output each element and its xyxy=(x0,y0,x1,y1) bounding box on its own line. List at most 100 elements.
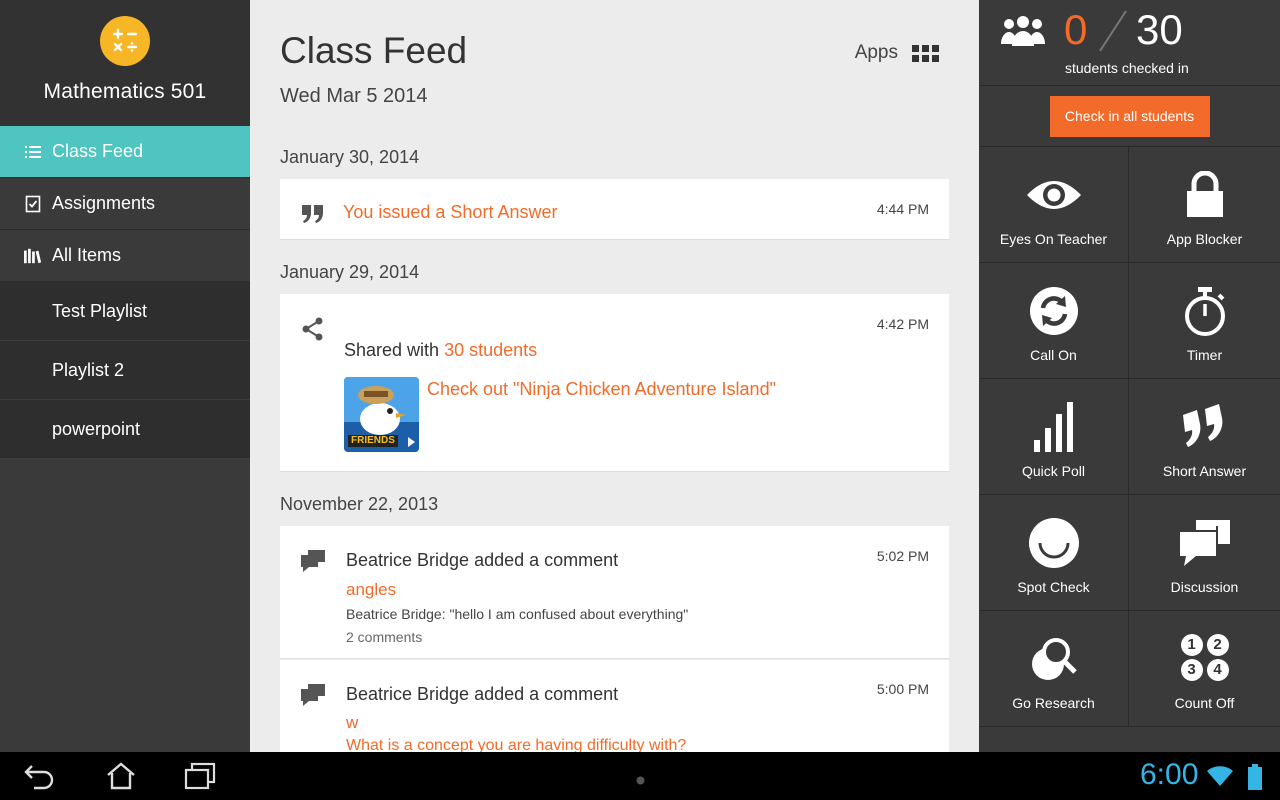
tool-timer[interactable]: Timer xyxy=(1129,263,1280,379)
feed-item[interactable]: 5:00 PM Beatrice Bridge added a comment … xyxy=(280,660,949,752)
tool-eyes-on-teacher[interactable]: Eyes On Teacher xyxy=(979,147,1129,263)
nav-item-assignments[interactable]: Assignments xyxy=(0,178,250,230)
comments-icon xyxy=(300,682,326,708)
feed-item-time: 4:42 PM xyxy=(876,316,929,332)
back-icon[interactable] xyxy=(24,762,56,795)
count-off-number: 4 xyxy=(1206,658,1229,681)
shared-with-line: Shared with 30 students xyxy=(344,340,537,361)
tool-label: Go Research xyxy=(1012,695,1095,711)
tool-label: Timer xyxy=(1186,347,1223,363)
refresh-icon xyxy=(979,283,1128,339)
count-off-number: 1 xyxy=(1180,633,1203,656)
comments-icon xyxy=(300,548,326,574)
sidebar: Mathematics 501 Class Feed Assignments A… xyxy=(0,0,250,752)
checkin-all-row: Check in all students xyxy=(979,86,1280,147)
lock-icon xyxy=(1129,167,1280,223)
feed-item-title: Beatrice Bridge added a comment xyxy=(346,684,619,704)
topic-link[interactable]: angles xyxy=(346,580,396,600)
divider-slash xyxy=(1097,8,1129,59)
topic-link[interactable]: w xyxy=(346,713,358,733)
tools-panel: 0 30 students checked in Check in all st… xyxy=(979,0,1280,752)
playlist-item[interactable]: powerpoint xyxy=(0,400,250,459)
tool-label: App Blocker xyxy=(1166,231,1243,247)
bar-chart-icon xyxy=(979,399,1128,455)
feed-item[interactable]: 4:44 PM You issued a Short Answer xyxy=(280,179,949,240)
apps-label: Apps xyxy=(854,42,898,63)
nav-item-all-items[interactable]: All Items xyxy=(0,230,250,282)
date-header: November 22, 2013 xyxy=(280,494,439,514)
clock: 6:00 xyxy=(1140,758,1199,791)
class-name: Mathematics 501 xyxy=(43,80,207,103)
tool-short-answer[interactable]: Short Answer xyxy=(1129,379,1280,495)
tool-label: Spot Check xyxy=(1017,579,1090,595)
shared-target-link[interactable]: 30 students xyxy=(444,340,537,360)
tool-call-on[interactable]: Call On xyxy=(979,263,1129,379)
checked-in-count: 0 xyxy=(1064,6,1088,53)
quote-icon xyxy=(300,201,326,227)
playlist-item[interactable]: Test Playlist xyxy=(0,282,250,341)
nav-item-class-feed[interactable]: Class Feed xyxy=(0,126,250,178)
recent-apps-icon[interactable] xyxy=(184,762,216,795)
tool-discussion[interactable]: Discussion xyxy=(1129,495,1280,611)
feed-item[interactable]: 4:42 PM Shared with 30 students FRIENDS … xyxy=(280,294,949,472)
app-link[interactable]: Check out "Ninja Chicken Adventure Islan… xyxy=(427,379,776,400)
shared-prefix: Shared with xyxy=(344,340,440,360)
checklist-icon xyxy=(24,195,42,213)
library-icon xyxy=(24,247,42,265)
page-date: Wed Mar 5 2014 xyxy=(280,85,428,107)
home-icon[interactable] xyxy=(106,762,136,795)
system-nav-bar: 6:00 xyxy=(0,752,1280,800)
count-off-number: 2 xyxy=(1206,633,1229,656)
app-thumbnail[interactable]: FRIENDS xyxy=(344,377,419,452)
smile-icon xyxy=(979,515,1128,571)
tool-label: Short Answer xyxy=(1162,463,1247,479)
tool-label: Discussion xyxy=(1170,579,1239,595)
thumbnail-caption: FRIENDS xyxy=(351,435,395,446)
comment-text: Beatrice Bridge: "hello I am confused ab… xyxy=(346,606,689,622)
page-title: Class Feed xyxy=(280,30,468,71)
feed-item-time: 5:00 PM xyxy=(876,681,929,697)
grid-icon xyxy=(912,44,939,62)
feed-item-title: Beatrice Bridge added a comment xyxy=(346,550,619,570)
tool-label: Quick Poll xyxy=(1021,463,1086,479)
comment-text: What is a concept you are having difficu… xyxy=(346,737,687,752)
date-header: January 30, 2014 xyxy=(280,147,420,167)
nav-item-label: All Items xyxy=(52,245,122,265)
checkin-summary: 0 30 students checked in xyxy=(979,0,1280,86)
tool-go-research[interactable]: Go Research xyxy=(979,611,1129,727)
numbers-icon: 1 2 3 4 xyxy=(1129,629,1280,685)
feed-item-time: 5:02 PM xyxy=(876,548,929,564)
calculator-icon[interactable] xyxy=(100,16,150,66)
check-in-all-button[interactable]: Check in all students xyxy=(1049,95,1210,137)
battery-icon xyxy=(1248,764,1262,795)
eye-icon xyxy=(979,167,1128,223)
comment-count-link[interactable]: 2 comments xyxy=(346,629,422,645)
chat-bubbles-icon xyxy=(1129,515,1280,571)
checkin-label: students checked in xyxy=(1065,60,1189,76)
tool-quick-poll[interactable]: Quick Poll xyxy=(979,379,1129,495)
playlist-item[interactable]: Playlist 2 xyxy=(0,341,250,400)
tool-grid: Eyes On Teacher App Blocker Call On Time… xyxy=(979,147,1280,727)
share-icon xyxy=(300,316,326,342)
magnifier-icon xyxy=(979,631,1128,687)
tool-label: Eyes On Teacher xyxy=(999,231,1108,247)
tool-spot-check[interactable]: Spot Check xyxy=(979,495,1129,611)
tool-count-off[interactable]: 1 2 3 4 Count Off xyxy=(1129,611,1280,727)
total-students-count: 30 xyxy=(1136,6,1183,53)
tool-label: Count Off xyxy=(1174,695,1235,711)
count-off-number: 3 xyxy=(1180,658,1203,681)
class-header: Mathematics 501 xyxy=(0,0,250,126)
tool-app-blocker[interactable]: App Blocker xyxy=(1129,147,1280,263)
date-header: January 29, 2014 xyxy=(280,262,420,282)
apps-button[interactable]: Apps xyxy=(855,42,939,64)
class-feed-panel: Class Feed Wed Mar 5 2014 Apps January 3… xyxy=(250,0,979,752)
wifi-icon xyxy=(1206,765,1234,792)
feed-item[interactable]: 5:02 PM Beatrice Bridge added a comment … xyxy=(280,526,949,659)
menu-dot-icon[interactable] xyxy=(636,772,645,790)
quote-icon xyxy=(1129,399,1280,455)
people-icon xyxy=(999,16,1047,55)
tool-label: Call On xyxy=(1030,347,1077,363)
stopwatch-icon xyxy=(1129,283,1280,339)
feed-item-title[interactable]: You issued a Short Answer xyxy=(343,202,557,223)
list-icon xyxy=(24,143,42,161)
